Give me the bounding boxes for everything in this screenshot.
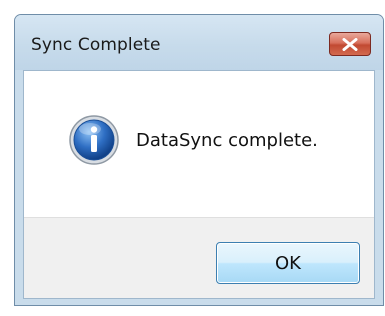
close-button[interactable] [329,32,371,56]
message-text: DataSync complete. [136,130,318,151]
ok-button[interactable]: OK [216,242,360,284]
title-bar[interactable]: Sync Complete [15,15,383,70]
message-area: DataSync complete. [24,71,374,217]
close-x-icon [342,37,358,51]
info-icon [69,115,119,165]
dialog-content: DataSync complete. OK [23,70,375,299]
button-area: OK [24,217,374,298]
window-title: Sync Complete [31,35,161,55]
sync-complete-dialog: Sync Complete DataSync complete. OK [14,14,384,306]
